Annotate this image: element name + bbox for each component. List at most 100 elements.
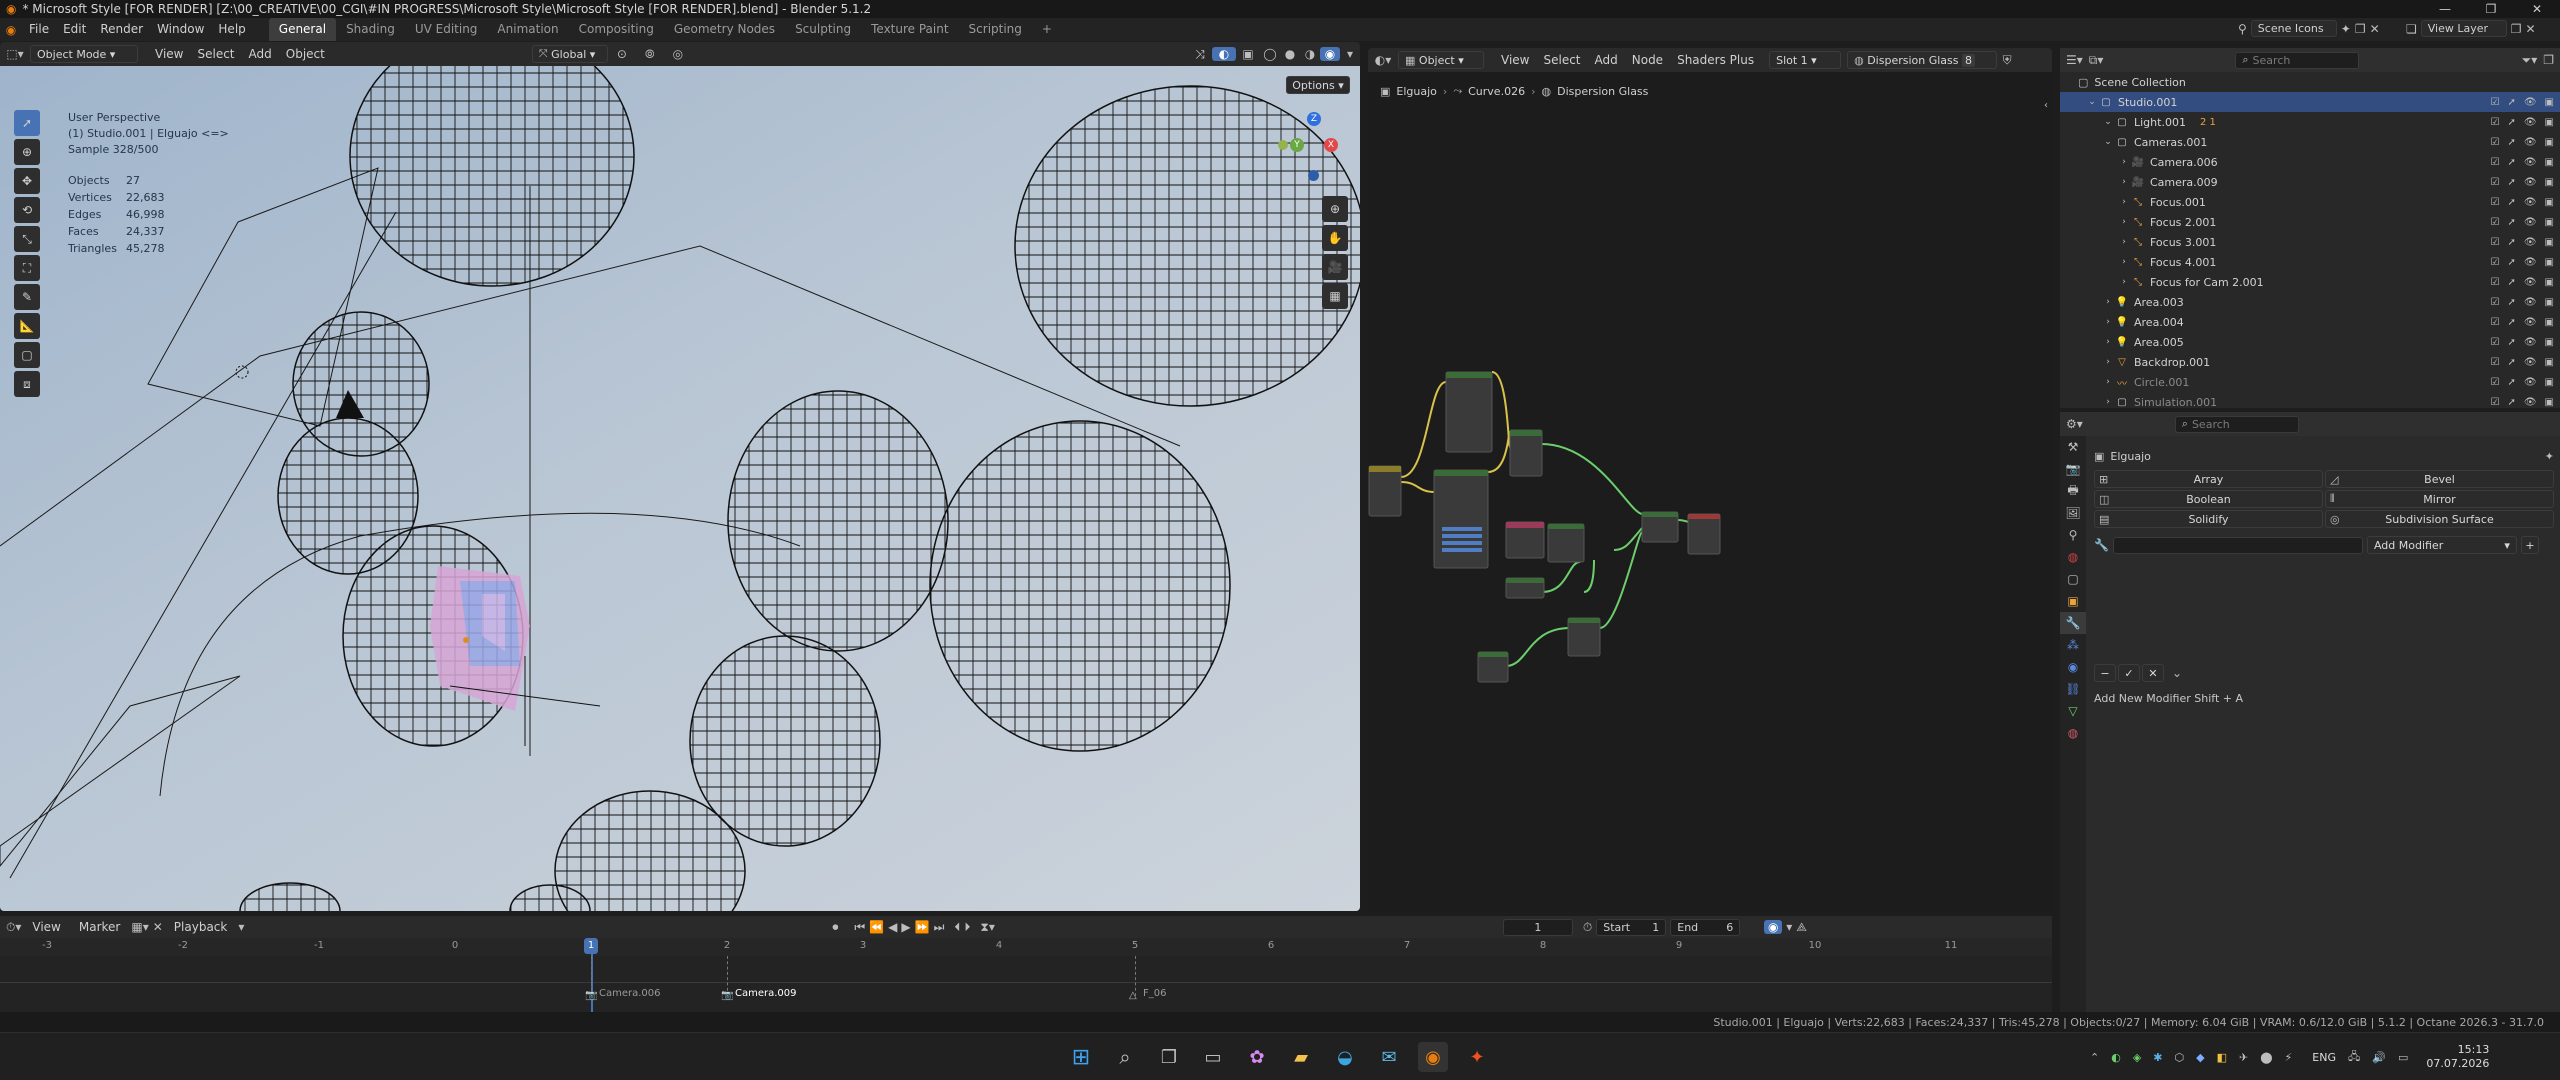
chevron-right-icon[interactable]: › <box>2118 237 2130 247</box>
outliner-row[interactable]: › 🎥 Camera.009 ☑ ➚ 👁 ▣ <box>2060 172 2560 192</box>
prev-keyframe-icon[interactable]: ⏪ <box>869 920 884 934</box>
proportional-icon[interactable]: ◎ <box>664 47 692 61</box>
navigation-gizmo[interactable]: Z Y X <box>1278 112 1348 182</box>
new-scene-icon[interactable]: ❐ <box>2355 22 2366 36</box>
eye-icon[interactable]: 👁 <box>2524 217 2537 228</box>
language-indicator[interactable]: ENG <box>2312 1051 2336 1064</box>
node-menu-view[interactable]: View <box>1494 49 1536 72</box>
render-tab-icon[interactable]: 📷 <box>2060 458 2086 480</box>
select-toggle-icon[interactable]: ➚ <box>2507 177 2515 188</box>
timeline-menu-marker[interactable]: Marker <box>72 916 127 939</box>
timeline-menu-view[interactable]: View <box>25 916 67 939</box>
pin-icon[interactable]: ✦ <box>2341 22 2351 36</box>
record-icon[interactable]: ⏺ <box>832 920 838 935</box>
render-toggle-icon[interactable]: ▣ <box>2545 117 2554 128</box>
chevron-right-icon[interactable]: › <box>2102 377 2114 387</box>
select-toggle-icon[interactable]: ➚ <box>2507 317 2515 328</box>
menu-edit[interactable]: Edit <box>56 18 93 41</box>
eye-icon[interactable]: 👁 <box>2524 257 2537 268</box>
delete-scene-icon[interactable]: ✕ <box>2370 22 2380 36</box>
output-tab-icon[interactable]: 🖶 <box>2060 480 2086 502</box>
preview-range-icon[interactable]: ⏱ <box>1583 920 1592 935</box>
select-toggle-icon[interactable]: ➚ <box>2507 277 2515 288</box>
eye-icon[interactable]: 👁 <box>2524 297 2537 308</box>
xray-icon[interactable]: ▣ <box>1236 47 1260 61</box>
apply-icon[interactable]: ✓ <box>2118 664 2140 682</box>
end-frame-field[interactable]: End 6 <box>1670 918 1741 936</box>
terminal-icon[interactable]: ▭ <box>1198 1042 1228 1072</box>
chevron-right-icon[interactable]: › <box>2102 357 2114 367</box>
options-button[interactable]: Options ▾ <box>1286 76 1350 94</box>
view-layer-field[interactable]: View Layer <box>2420 20 2507 37</box>
snapping-icon[interactable]: ⟁ <box>1796 920 1807 935</box>
modifier-mirror-button[interactable]: ⫴ Mirror <box>2325 490 2554 508</box>
render-toggle-icon[interactable]: ▣ <box>2545 157 2554 168</box>
search-icon[interactable]: ⌕ <box>1110 1042 1140 1072</box>
select-tool-icon[interactable]: ➚ <box>14 110 40 136</box>
material-shading-icon[interactable]: ◑ <box>1300 47 1320 61</box>
material-tab-icon[interactable]: ◍ <box>2060 722 2086 744</box>
outliner-row[interactable]: ⌄ ▢ Cameras.001 ☑ ➚ 👁 ▣ <box>2060 132 2560 152</box>
scene-tab-icon[interactable]: ⚲ <box>2060 524 2086 546</box>
prev-marker-icon[interactable]: ⏴ <box>954 920 960 935</box>
chevron-right-icon[interactable]: › <box>2118 257 2130 267</box>
play-reverse-icon[interactable]: ◀ <box>888 920 897 934</box>
properties-search-input[interactable]: ⌕ Search <box>2174 415 2299 433</box>
render-toggle-icon[interactable]: ▣ <box>2545 337 2554 348</box>
battery-icon[interactable]: ▭ <box>2398 1051 2408 1064</box>
tray-app-icon-2[interactable]: ◈ <box>2133 1051 2141 1064</box>
select-toggle-icon[interactable]: ➚ <box>2507 217 2515 228</box>
eye-icon[interactable]: 👁 <box>2524 177 2537 188</box>
neg-y-handle[interactable] <box>1278 140 1288 150</box>
outliner-row[interactable]: › 〰 Circle.001 ☑ ➚ 👁 ▣ <box>2060 372 2560 392</box>
data-tab-icon[interactable]: ▽ <box>2060 700 2086 722</box>
tray-app-icon-8[interactable]: ⬤ <box>2260 1051 2272 1064</box>
chevron-right-icon[interactable]: › <box>2102 297 2114 307</box>
network-icon[interactable]: 🖧 <box>2348 1048 2360 1067</box>
node-editor[interactable]: ▣ Elguajo › ⤳ Curve.026 › ◍ Dispersion G… <box>1368 72 2052 911</box>
neg-z-handle[interactable] <box>1308 170 1319 181</box>
add-object-tool-icon[interactable]: ⧈ <box>14 371 40 397</box>
chevron-right-icon[interactable]: › <box>2118 157 2130 167</box>
checkbox-icon[interactable]: ☑ <box>2490 317 2499 328</box>
object-tab-icon[interactable]: ▣ <box>2060 590 2086 612</box>
eye-icon[interactable]: 👁 <box>2524 397 2537 408</box>
start-frame-field[interactable]: Start 1 <box>1596 918 1667 936</box>
render-toggle-icon[interactable]: ▣ <box>2545 237 2554 248</box>
outliner-row[interactable]: › 💡 Area.005 ☑ ➚ 👁 ▣ <box>2060 332 2560 352</box>
outliner-row[interactable]: › ▽ Backdrop.001 ☑ ➚ 👁 ▣ <box>2060 352 2560 372</box>
camera-marker-icon[interactable]: 📷 <box>585 990 597 1001</box>
camera-marker-icon[interactable]: 📷 <box>721 990 733 1001</box>
material-selector[interactable]: ◍ Dispersion Glass 8 <box>1847 51 1998 69</box>
clear-icon[interactable]: ✕ <box>153 920 163 934</box>
select-toggle-icon[interactable]: ➚ <box>2507 297 2515 308</box>
tray-app-icon-3[interactable]: ✱ <box>2153 1051 2162 1064</box>
x-axis-handle[interactable]: X <box>1324 138 1338 152</box>
checkbox-icon[interactable]: ☑ <box>2490 297 2499 308</box>
eye-icon[interactable]: 👁 <box>2524 157 2537 168</box>
timeline-menu-playback[interactable]: Playback <box>167 916 235 939</box>
chevron-down-icon[interactable]: ⌄ <box>2086 97 2098 107</box>
add-modifier-plus-button[interactable]: + <box>2520 536 2539 554</box>
clock[interactable]: 15:13 07.07.2026 <box>2426 1043 2489 1071</box>
select-toggle-icon[interactable]: ➚ <box>2507 97 2515 108</box>
jump-end-icon[interactable]: ⏭ <box>934 920 945 935</box>
node-type-dropdown[interactable]: ▦ Object ▾ <box>1398 51 1484 69</box>
blender-taskbar-icon[interactable]: ◉ <box>1418 1042 1448 1072</box>
pan-icon[interactable]: ✋ <box>1322 225 1348 251</box>
outliner-row[interactable]: › 💡 Area.004 ☑ ➚ 👁 ▣ <box>2060 312 2560 332</box>
eye-icon[interactable]: 👁 <box>2524 317 2537 328</box>
checkbox-icon[interactable]: ☑ <box>2490 277 2499 288</box>
timeline-track-area[interactable]: -3-2-1012345678910111📷Camera.006📷Camera.… <box>0 938 2052 1012</box>
marker-triangle-icon[interactable]: △ <box>1129 990 1137 1001</box>
play-icon[interactable]: ▶ <box>901 920 910 934</box>
add-workspace-button[interactable]: + <box>1032 18 1062 41</box>
grid-view-icon[interactable]: ▦ <box>1322 283 1348 309</box>
delete-view-layer-icon[interactable]: ✕ <box>2526 22 2536 36</box>
copilot-icon[interactable]: ✿ <box>1242 1042 1272 1072</box>
render-toggle-icon[interactable]: ▣ <box>2545 97 2554 108</box>
outliner-row[interactable]: › ▢ Simulation.001 ☑ ➚ 👁 ▣ <box>2060 392 2560 409</box>
tab-uv-editing[interactable]: UV Editing <box>405 18 488 41</box>
tab-geometry-nodes[interactable]: Geometry Nodes <box>664 18 785 41</box>
cursor-tool-icon[interactable]: ⊕ <box>14 139 40 165</box>
